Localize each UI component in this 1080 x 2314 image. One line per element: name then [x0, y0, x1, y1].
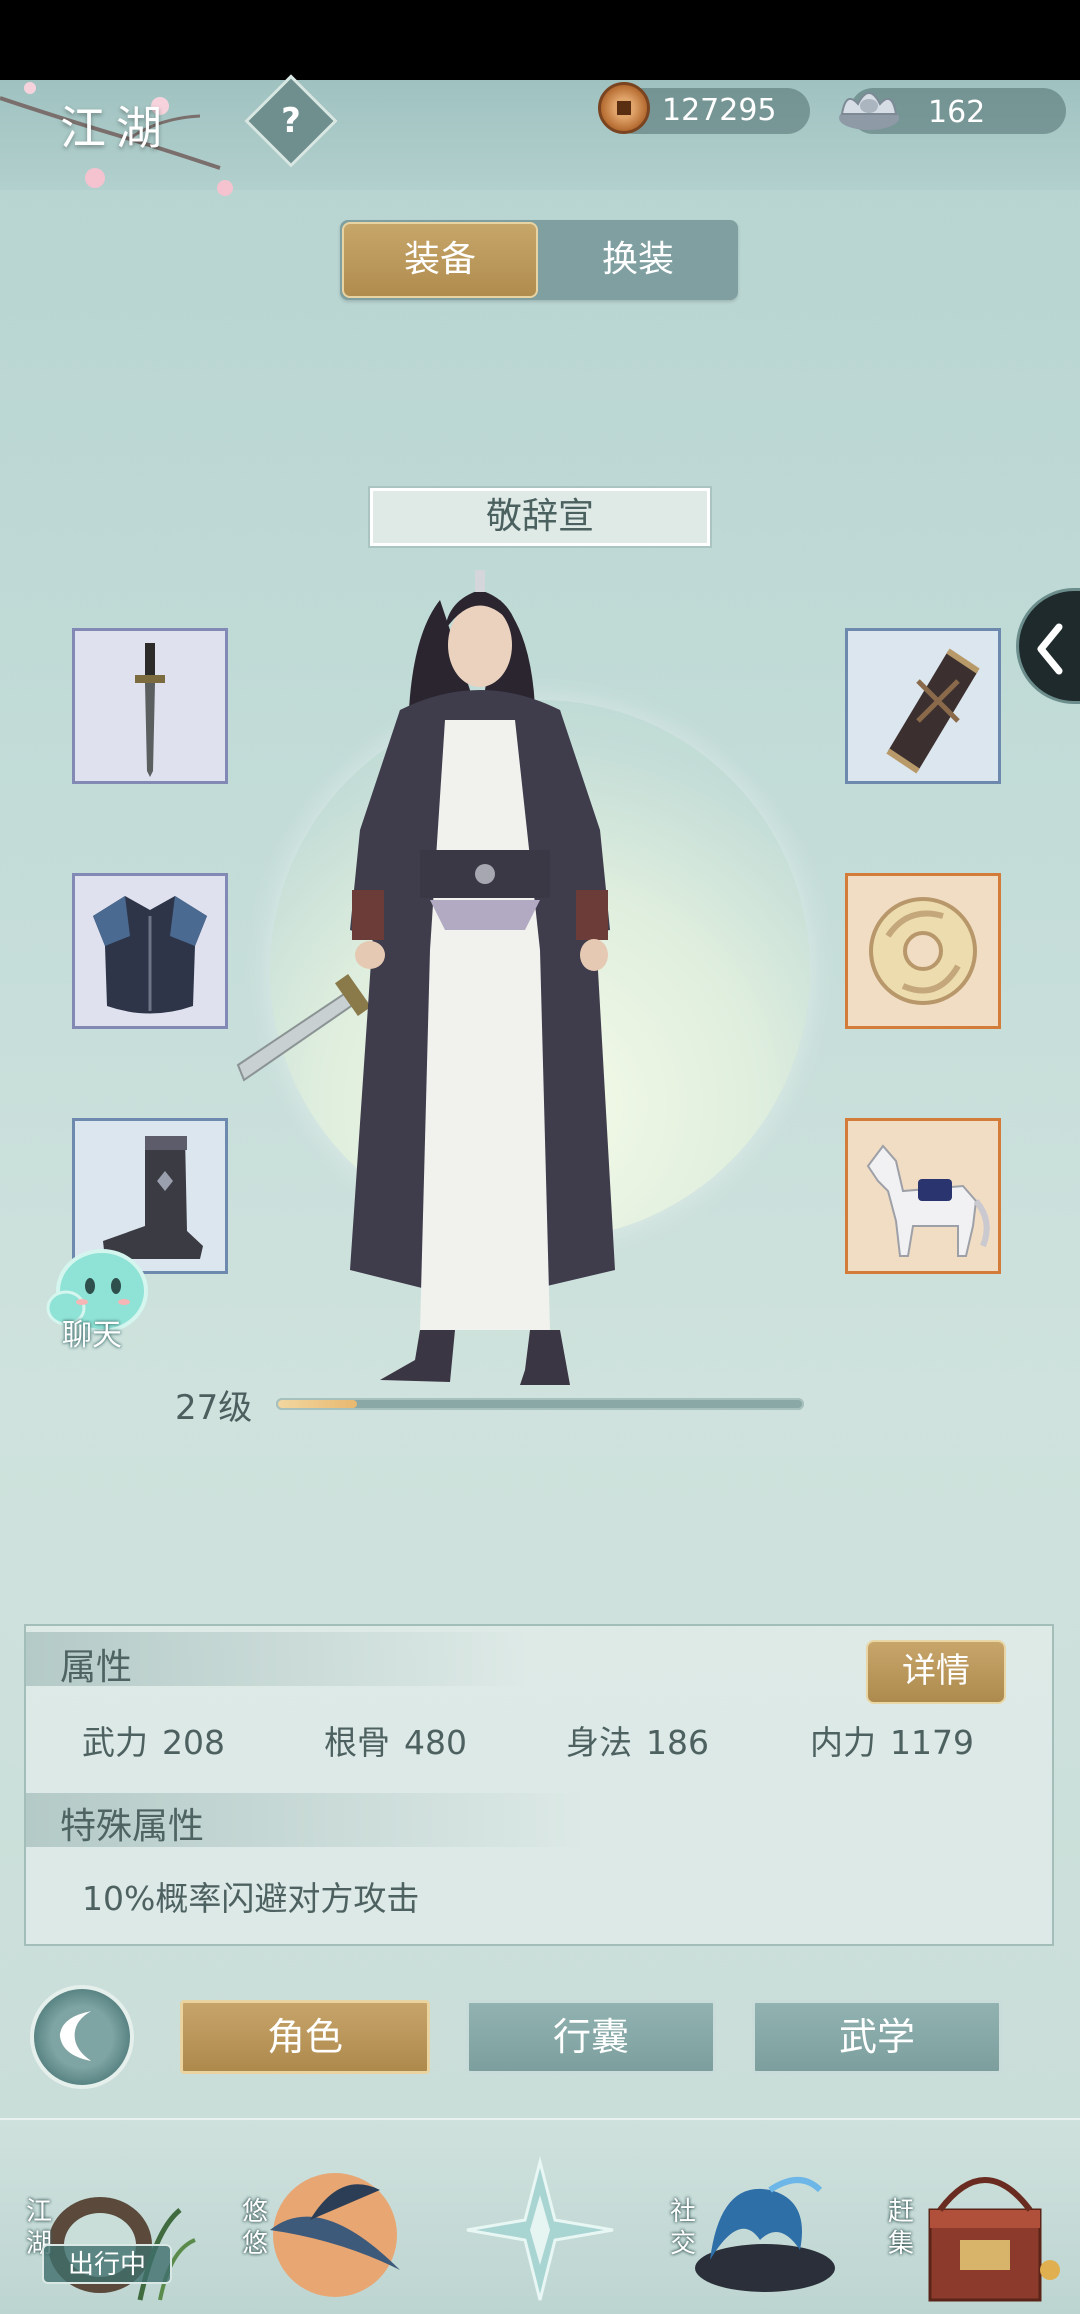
stat-value: 208 [162, 1723, 225, 1762]
details-button[interactable]: 详情 [866, 1640, 1006, 1704]
stat-name: 武力 [82, 1723, 148, 1762]
back-button[interactable] [30, 1985, 134, 2089]
copper-coin-icon [598, 82, 650, 134]
stat-constitution: 根骨 480 [324, 1716, 467, 1764]
stat-value: 1179 [890, 1723, 974, 1762]
menu-character-button[interactable]: 角色 [180, 2000, 430, 2074]
jade-pendant-icon [869, 897, 977, 1005]
character-name: 敬辞宣 [370, 488, 710, 546]
menu-inventory-button[interactable]: 行囊 [466, 2000, 716, 2074]
chat-label[interactable]: 聊天 [62, 1310, 122, 1354]
stat-value: 480 [404, 1723, 467, 1762]
stat-name: 内力 [810, 1723, 876, 1762]
stat-name: 根骨 [324, 1723, 390, 1762]
character-model[interactable] [230, 570, 730, 1390]
nav-jianghu-button[interactable] [30, 2150, 200, 2310]
status-bar [0, 0, 1080, 80]
nav-market-button[interactable] [900, 2150, 1070, 2310]
travel-status-badge: 出行中 [42, 2244, 172, 2284]
character-level: 27级 [175, 1388, 253, 1428]
page-title: 江湖 [60, 101, 172, 155]
nav-market-label[interactable]: 赶集 [886, 2196, 916, 2260]
back-arrow-icon [59, 2011, 92, 2061]
tab-outfit-change[interactable]: 换装 [540, 222, 736, 298]
menu-martial-arts-button[interactable]: 武学 [752, 2000, 1002, 2074]
question-icon: ? [281, 101, 301, 141]
equip-slot-weapon[interactable] [72, 628, 228, 784]
nav-youyou-button[interactable] [250, 2150, 420, 2310]
level-progress-fill [278, 1400, 357, 1408]
horse-icon [866, 1144, 990, 1257]
nav-center-compass-button[interactable] [455, 2150, 625, 2310]
bracer-icon [886, 648, 980, 774]
copper-amount: 127295 [662, 93, 777, 128]
stat-name: 身法 [566, 1723, 632, 1762]
nav-social-button[interactable] [680, 2150, 850, 2310]
dagger-icon [135, 643, 165, 777]
side-panel-toggle[interactable] [1016, 588, 1080, 704]
equip-slot-armor[interactable] [72, 873, 228, 1029]
chevron-left-icon [1037, 623, 1063, 675]
equip-slot-mount[interactable] [845, 1118, 1001, 1274]
stat-strength: 武力 208 [82, 1716, 225, 1764]
chest-armor-icon [93, 896, 207, 1014]
stat-agility: 身法 186 [566, 1716, 709, 1764]
stat-value: 186 [646, 1723, 709, 1762]
equip-slot-bracer[interactable] [845, 628, 1001, 784]
equip-slot-accessory[interactable] [845, 873, 1001, 1029]
special-attribute-title: 特殊属性 [60, 1806, 205, 1847]
special-attribute-text: 10%概率闪避对方攻击 [82, 1879, 420, 1918]
stat-inner-power: 内力 1179 [810, 1716, 974, 1764]
tab-equipment[interactable]: 装备 [342, 222, 538, 298]
silver-amount: 162 [928, 95, 986, 130]
silver-ingot-icon [839, 92, 899, 130]
nav-youyou-label[interactable]: 悠悠 [240, 2196, 270, 2260]
attribute-title: 属性 [60, 1647, 133, 1688]
nav-social-label[interactable]: 社交 [668, 2196, 698, 2260]
